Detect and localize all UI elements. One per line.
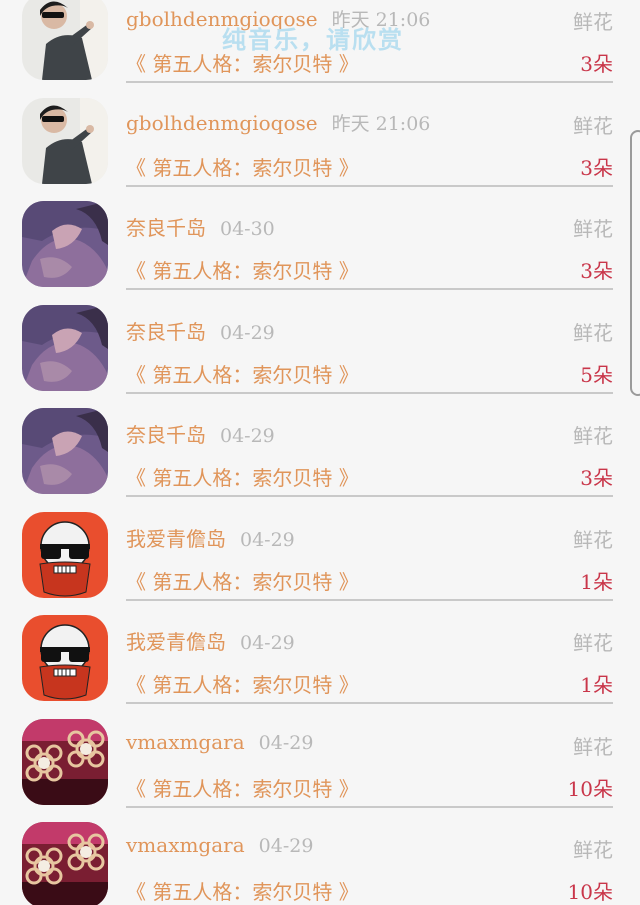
gift-count: 3朵 [580, 259, 613, 283]
user-name[interactable]: 我爱青儋岛 [126, 527, 226, 551]
song-title[interactable]: 《 第五人格：索尔贝特 》 [126, 152, 359, 181]
timestamp: 04-29 [220, 425, 275, 447]
user-name-line[interactable]: vmaxmgara 04-29 [126, 730, 313, 754]
timestamp: 04-29 [258, 835, 314, 857]
timestamp: 04-30 [220, 218, 275, 240]
gift-count: 1朵 [580, 673, 613, 697]
person-avatar[interactable] [22, 97, 108, 184]
gift-count: 10朵 [567, 776, 613, 801]
list-item[interactable]: 奈良千岛 04-30 鲜花 《 第五人格：索尔贝特 》 3朵 [0, 186, 640, 290]
gift-type-label: 鲜花 [573, 527, 613, 552]
gift-type-label: 鲜花 [573, 113, 613, 138]
gift-list[interactable]: gbolhdenmgioqose 昨天 21:06 鲜花 《 第五人格：索尔贝特 … [0, 0, 640, 905]
user-name-line[interactable]: 奈良千岛 04-30 [126, 212, 275, 241]
song-title[interactable]: 《 第五人格：索尔贝特 》 [126, 773, 359, 802]
gift-type-label: 鲜花 [573, 10, 613, 34]
user-name[interactable]: vmaxmgara [126, 730, 245, 754]
list-item[interactable]: gbolhdenmgioqose 昨天 21:06 鲜花 《 第五人格：索尔贝特 … [0, 83, 640, 187]
gift-type-label: 鲜花 [573, 217, 613, 241]
list-item[interactable]: 我爱青儋岛 04-29 鲜花 《 第五人格：索尔贝特 》 1朵 [0, 497, 640, 601]
user-name[interactable]: 我爱青儋岛 [126, 630, 226, 654]
gift-type-label: 鲜花 [573, 734, 613, 759]
list-item[interactable]: 奈良千岛 04-29 鲜花 《 第五人格：索尔贝特 》 5朵 [0, 290, 640, 394]
gift-count: 1朵 [580, 569, 613, 594]
song-title[interactable]: 《 第五人格：索尔贝特 》 [126, 359, 359, 388]
timestamp: 04-29 [258, 731, 314, 754]
user-name-line[interactable]: gbolhdenmgioqose 昨天 21:06 [126, 109, 430, 136]
gift-type-label: 鲜花 [573, 838, 613, 862]
song-title[interactable]: 《 第五人格：索尔贝特 》 [126, 566, 359, 595]
song-title[interactable]: 《 第五人格：索尔贝特 》 [126, 462, 359, 491]
purple-avatar[interactable] [22, 408, 108, 494]
skull-avatar[interactable] [22, 615, 108, 701]
skull-avatar[interactable] [22, 511, 108, 598]
user-name-line[interactable]: 奈良千岛 04-29 [126, 419, 275, 448]
scrollbar[interactable] [630, 130, 640, 396]
list-item[interactable]: vmaxmgara 04-29 鲜花 《 第五人格：索尔贝特 》 10朵 [0, 704, 640, 808]
timestamp: 04-29 [240, 632, 295, 654]
song-title[interactable]: 《 第五人格：索尔贝特 》 [126, 255, 359, 284]
gift-type-label: 鲜花 [573, 320, 613, 345]
gift-count: 5朵 [580, 362, 613, 387]
list-item[interactable]: 我爱青儋岛 04-29 鲜花 《 第五人格：索尔贝特 》 1朵 [0, 600, 640, 704]
user-name-line[interactable]: 奈良千岛 04-29 [126, 316, 275, 345]
user-name[interactable]: 奈良千岛 [126, 423, 206, 447]
song-title[interactable]: 《 第五人格：索尔贝特 》 [126, 669, 359, 698]
gift-count: 3朵 [580, 155, 613, 180]
user-name[interactable]: vmaxmgara [126, 833, 245, 857]
user-name[interactable]: 奈良千岛 [126, 320, 206, 344]
user-name-line[interactable]: 我爱青儋岛 04-29 [126, 523, 295, 552]
earring-avatar[interactable] [22, 822, 108, 905]
user-name[interactable]: gbolhdenmgioqose [126, 111, 318, 135]
earring-avatar[interactable] [22, 718, 108, 805]
purple-avatar[interactable] [22, 304, 108, 391]
timestamp: 04-29 [240, 528, 295, 551]
gift-count: 3朵 [580, 466, 613, 490]
gift-type-label: 鲜花 [573, 631, 613, 655]
purple-avatar[interactable] [22, 201, 108, 287]
gift-type-label: 鲜花 [573, 424, 613, 448]
gift-list-page: 纯音乐，请欣赏 gbolhdenmgioqose 昨天 21:06 鲜花 《 第五… [0, 0, 640, 905]
gift-count: 3朵 [580, 52, 613, 76]
list-item[interactable]: 奈良千岛 04-29 鲜花 《 第五人格：索尔贝特 》 3朵 [0, 393, 640, 497]
user-name[interactable]: 奈良千岛 [126, 216, 206, 240]
music-overlay-text: 纯音乐，请欣赏 [222, 25, 404, 54]
user-name-line[interactable]: 我爱青儋岛 04-29 [126, 626, 295, 655]
user-name-line[interactable]: vmaxmgara 04-29 [126, 833, 313, 857]
gift-count: 10朵 [567, 880, 613, 904]
song-title[interactable]: 《 第五人格：索尔贝特 》 [126, 876, 359, 905]
list-item[interactable]: vmaxmgara 04-29 鲜花 《 第五人格：索尔贝特 》 10朵 [0, 807, 640, 905]
timestamp: 昨天 21:06 [331, 112, 431, 135]
timestamp: 04-29 [220, 321, 275, 344]
person-avatar[interactable] [22, 0, 108, 80]
